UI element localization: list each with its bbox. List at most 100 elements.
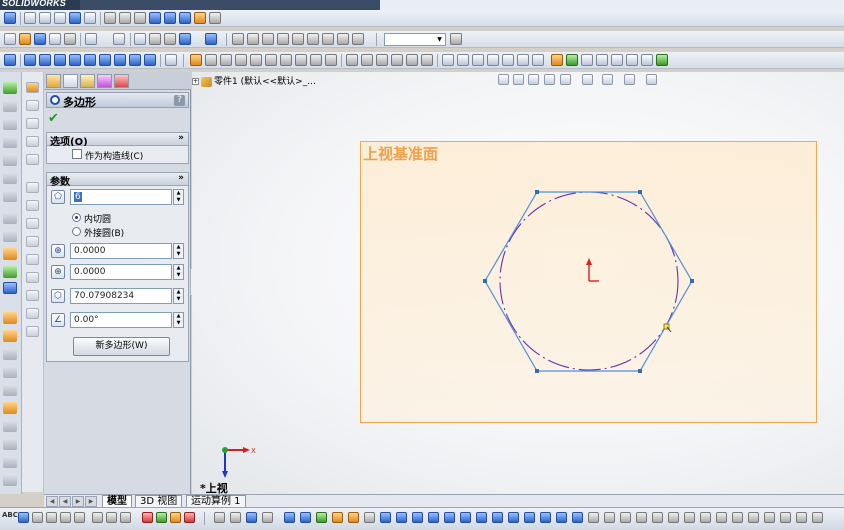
bottom-tool-50-icon[interactable] [812, 512, 823, 523]
sketch-tool-2-icon[interactable] [205, 54, 217, 66]
angle-input[interactable]: 0.00° [70, 312, 172, 328]
bottom-tool-5-icon[interactable] [74, 512, 85, 523]
strip2-icon-13[interactable] [26, 308, 39, 319]
strip-icon-2[interactable] [3, 100, 17, 112]
collapse-icon[interactable]: » [178, 173, 184, 183]
sketch-tool-7-icon[interactable] [280, 54, 292, 66]
bottom-tool-30-icon[interactable] [492, 512, 503, 523]
diameter-spinner[interactable]: ▲ ▼ [173, 288, 184, 304]
sketch-tool-23-icon[interactable] [532, 54, 544, 66]
hexagon-polygon[interactable] [484, 191, 693, 372]
anchor-icon[interactable] [4, 54, 16, 66]
vertex-point[interactable] [638, 190, 642, 194]
last-tab-icon[interactable]: ▶ [85, 496, 97, 507]
strip2-icon-11[interactable] [26, 272, 39, 283]
bottom-tool-15-icon[interactable] [246, 512, 257, 523]
sketch-tool-8-icon[interactable] [295, 54, 307, 66]
sketch-tool-21-icon[interactable] [502, 54, 514, 66]
configuration-dropdown[interactable]: ▼ [384, 33, 446, 46]
strip-icon-9[interactable] [3, 230, 17, 242]
construction-checkbox[interactable] [72, 149, 82, 159]
zoom-area-icon[interactable] [39, 12, 51, 24]
bottom-tool-19-icon[interactable] [316, 512, 327, 523]
hidden-lines-removed-icon[interactable] [134, 12, 146, 24]
params-group-header[interactable]: 参数 » [46, 172, 189, 188]
shadows-icon[interactable] [179, 12, 191, 24]
bottom-tool-49-icon[interactable] [796, 512, 807, 523]
bottom-tool-36-icon[interactable] [588, 512, 599, 523]
save-icon[interactable] [34, 33, 46, 45]
vertex-point[interactable] [690, 279, 694, 283]
strip2-icon-1[interactable] [26, 82, 39, 93]
strip-icon-6[interactable] [3, 172, 17, 184]
bottom-tool-11-icon[interactable] [170, 512, 181, 523]
center-y-input[interactable]: 0.0000 [70, 264, 172, 280]
bottom-tool-24-icon[interactable] [396, 512, 407, 523]
sketch-tool-13-icon[interactable] [376, 54, 388, 66]
bottom-tool-23-icon[interactable] [380, 512, 391, 523]
bottom-tool-22-icon[interactable] [364, 512, 375, 523]
front-view-icon[interactable] [24, 54, 36, 66]
center-x-input[interactable]: 0.0000 [70, 243, 172, 259]
strip-icon-15[interactable] [3, 348, 17, 360]
strip-icon-12[interactable] [3, 282, 17, 294]
bottom-tool-40-icon[interactable] [652, 512, 663, 523]
sketch-tool-27-icon[interactable] [596, 54, 608, 66]
vertex-point[interactable] [535, 190, 539, 194]
center-y-spinner[interactable]: ▲ ▼ [173, 264, 184, 280]
list-icon[interactable] [164, 33, 176, 45]
strip-icon-13[interactable] [3, 312, 17, 324]
sketch-tool-5-icon[interactable] [250, 54, 262, 66]
strip-icon-19[interactable] [3, 420, 17, 432]
rotate-view-icon[interactable] [69, 12, 81, 24]
sketch-tool-29-icon[interactable] [626, 54, 638, 66]
menu-bar[interactable] [80, 0, 380, 10]
bottom-tool-34-icon[interactable] [556, 512, 567, 523]
strip-icon-22[interactable] [3, 474, 17, 486]
sketch-tool-10-icon[interactable] [325, 54, 337, 66]
tool-b-icon[interactable] [247, 33, 259, 45]
bottom-tool-35-icon[interactable] [572, 512, 583, 523]
strip-icon-20[interactable] [3, 438, 17, 450]
print-icon[interactable] [49, 33, 61, 45]
rebuild-icon[interactable] [113, 33, 125, 45]
sketch-geometry[interactable] [192, 72, 844, 494]
bottom-tool-18-icon[interactable] [300, 512, 311, 523]
prev-tab-icon[interactable]: ◀ [59, 496, 71, 507]
tool-h-icon[interactable] [337, 33, 349, 45]
bottom-tool-38-icon[interactable] [620, 512, 631, 523]
undo-icon[interactable] [64, 33, 76, 45]
sketch-tool-26-icon[interactable] [581, 54, 593, 66]
dropdown-extra-icon[interactable] [450, 33, 462, 45]
sketch-tool-6-icon[interactable] [265, 54, 277, 66]
strip2-icon-4[interactable] [26, 136, 39, 147]
strip2-icon-12[interactable] [26, 290, 39, 301]
sketch-tool-19-icon[interactable] [472, 54, 484, 66]
bottom-view-icon[interactable] [99, 54, 111, 66]
strip2-icon-6[interactable] [26, 182, 39, 193]
bottom-tool-44-icon[interactable] [716, 512, 727, 523]
strip-icon-18[interactable] [3, 402, 17, 414]
property-manager-tab[interactable] [63, 74, 78, 88]
tool-g-icon[interactable] [322, 33, 334, 45]
bottom-tool-27-icon[interactable] [444, 512, 455, 523]
bottom-tool-41-icon[interactable] [668, 512, 679, 523]
bottom-tool-10-icon[interactable] [156, 512, 167, 523]
bottom-tool-29-icon[interactable] [476, 512, 487, 523]
bottom-tool-8-icon[interactable] [120, 512, 131, 523]
sketch-tool-28-icon[interactable] [611, 54, 623, 66]
next-tab-icon[interactable]: ▶ [72, 496, 84, 507]
graphics-area[interactable]: + 零件1 (默认<<默认>_... 上视基准面 X *上视 [192, 72, 844, 494]
sketch-tool-14-icon[interactable] [391, 54, 403, 66]
strip2-icon-2[interactable] [26, 100, 39, 111]
vertex-point[interactable] [638, 369, 642, 373]
zoom-to-fit-icon[interactable] [24, 12, 36, 24]
isometric-view-icon[interactable] [114, 54, 126, 66]
tool-c-icon[interactable] [262, 33, 274, 45]
configuration-manager-tab[interactable] [80, 74, 95, 88]
trimetric-view-icon[interactable] [129, 54, 141, 66]
sides-spinner[interactable]: ▲ ▼ [173, 189, 184, 205]
bottom-tool-42-icon[interactable] [684, 512, 695, 523]
center-x-spinner[interactable]: ▲ ▼ [173, 243, 184, 259]
tool-a-icon[interactable] [232, 33, 244, 45]
